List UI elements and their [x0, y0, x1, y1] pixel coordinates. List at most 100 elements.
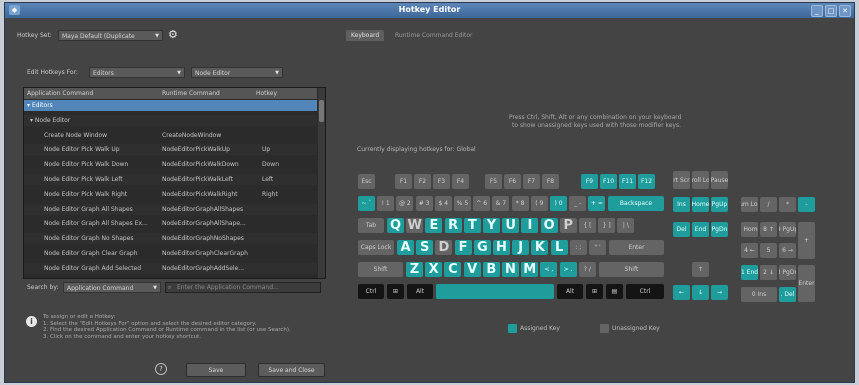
table-row[interactable]: Node Editor Graph Clear Graph NodeEditorG…: [24, 248, 317, 259]
key-f2[interactable]: F2: [414, 174, 431, 189]
key-f3[interactable]: F3: [433, 174, 450, 189]
numpad-7[interactable]: 7 Home: [741, 222, 758, 237]
key-z-5[interactable]: N: [502, 262, 519, 277]
arrow-down-key[interactable]: ↓: [692, 285, 709, 300]
edit-hotkeys-for-dropdown[interactable]: Editors ▼: [89, 67, 185, 78]
key-num-11[interactable]: _ -: [569, 196, 587, 211]
key-num-1[interactable]: ! 1: [377, 196, 395, 211]
key-f4[interactable]: F4: [452, 174, 469, 189]
table-row[interactable]: Node Editor Pick Walk Right NodeEditorPic…: [24, 189, 317, 200]
key-q-5[interactable]: Y: [483, 218, 500, 233]
gear-icon[interactable]: ⚙: [168, 28, 178, 41]
table-row[interactable]: ▾ Node Editor: [24, 114, 317, 126]
column-header-app-command[interactable]: Application Command: [27, 90, 93, 97]
key-z-8[interactable]: > .: [559, 262, 577, 277]
table-row[interactable]: Create Node Window CreateNodeWindow: [24, 130, 317, 141]
key-q-10[interactable]: { [: [579, 218, 596, 233]
key-z-3[interactable]: V: [463, 262, 481, 277]
column-header-runtime-command[interactable]: Runtime Command: [162, 90, 220, 97]
key-z-6[interactable]: M: [521, 262, 539, 277]
key-num-9[interactable]: ( 9: [530, 196, 548, 211]
key-ctrl-left[interactable]: Ctrl: [358, 284, 384, 299]
search-input[interactable]: ⌕ Enter the Application Command...: [165, 282, 321, 293]
key-shift-right[interactable]: Shift: [599, 262, 664, 277]
key-q-0[interactable]: Q: [387, 218, 404, 233]
key-q-11[interactable]: } ]: [598, 218, 616, 233]
key-f1[interactable]: F1: [395, 174, 412, 189]
numpad-r3-1[interactable]: 5: [760, 243, 777, 258]
key-prt-2[interactable]: Pause: [711, 171, 728, 189]
key-a-2[interactable]: D: [435, 240, 453, 255]
key-z-7[interactable]: < ,: [540, 262, 558, 277]
key-num-0[interactable]: ~ `: [358, 196, 375, 211]
key-a-7[interactable]: K: [531, 240, 549, 255]
numpad-2[interactable]: 2 ↓: [760, 265, 777, 280]
key-f7[interactable]: F7: [523, 174, 540, 189]
numpad-r3-0[interactable]: 4 ←: [741, 243, 758, 258]
key-q-12[interactable]: | \: [617, 218, 635, 233]
key-a-6[interactable]: J: [512, 240, 530, 255]
key-tab[interactable]: Tab: [358, 218, 384, 233]
key-nav1-0[interactable]: Ins: [673, 197, 690, 212]
key-alt-right[interactable]: Alt: [557, 284, 583, 299]
key-prt-1[interactable]: Scroll Lock: [692, 171, 709, 189]
numpad-r1-1[interactable]: /: [760, 197, 777, 212]
numpad-1[interactable]: 1 End: [741, 265, 758, 280]
table-row[interactable]: Node Editor Graph Add Selected NodeEditor…: [24, 262, 317, 274]
key-q-8[interactable]: O: [540, 218, 558, 233]
numpad-enter[interactable]: Enter: [798, 265, 815, 302]
key-nav2-1[interactable]: End: [692, 222, 709, 237]
key-a-3[interactable]: F: [454, 240, 472, 255]
numpad-9[interactable]: 9 PgUp: [779, 222, 796, 237]
key-a-9[interactable]: : ;: [569, 240, 587, 255]
key-nav1-2[interactable]: PgUp: [711, 197, 728, 212]
close-button[interactable]: ✕: [839, 5, 851, 17]
numpad-plus[interactable]: +: [798, 222, 815, 259]
arrow-right-key[interactable]: →: [711, 285, 728, 300]
numpad-r1-2[interactable]: *: [779, 197, 796, 212]
key-a-4[interactable]: G: [473, 240, 491, 255]
key-num-6[interactable]: ^ 6: [473, 196, 491, 211]
key-z-9[interactable]: ? /: [578, 262, 596, 277]
key-caps-lock[interactable]: Caps Lock: [358, 240, 394, 255]
key-backspace[interactable]: Backspace: [608, 196, 664, 211]
key-space[interactable]: [436, 284, 554, 299]
key-z-0[interactable]: Z: [406, 262, 423, 277]
key-q-9[interactable]: P: [559, 218, 577, 233]
key-f9[interactable]: F9: [581, 174, 598, 189]
key-q-2[interactable]: E: [425, 218, 443, 233]
key-f11[interactable]: F11: [619, 174, 636, 189]
key-a-10[interactable]: " ': [589, 240, 606, 255]
key-enter[interactable]: Enter: [609, 240, 664, 255]
tab-runtime-command-editor[interactable]: Runtime Command Editor: [390, 30, 477, 41]
key-num-2[interactable]: @ 2: [396, 196, 414, 211]
key-alt-left[interactable]: Alt: [407, 284, 433, 299]
key-a-0[interactable]: A: [397, 240, 414, 255]
key-num-10[interactable]: ) 0: [550, 196, 567, 211]
windows-key-icon[interactable]: ⊞: [387, 284, 404, 299]
table-row[interactable]: Node Editor Graph All Shapes NodeEditorGr…: [24, 203, 317, 215]
key-prt-0[interactable]: Prt Scrn: [673, 171, 690, 189]
key-a-5[interactable]: H: [493, 240, 510, 255]
key-nav2-0[interactable]: Del: [673, 222, 690, 237]
key-q-4[interactable]: T: [463, 218, 481, 233]
table-row[interactable]: Node Editor Graph No Shapes NodeEditorGra…: [24, 233, 317, 245]
key-q-7[interactable]: I: [521, 218, 539, 233]
key-num-4[interactable]: $ 4: [434, 196, 452, 211]
key-shift-left[interactable]: Shift: [358, 262, 403, 277]
numpad-8[interactable]: 8 ↑: [760, 222, 777, 237]
key-q-1[interactable]: W: [406, 218, 424, 233]
key-a-1[interactable]: S: [416, 240, 434, 255]
table-row[interactable]: Node Editor Graph All Shapes Ex... NodeEd…: [24, 218, 317, 229]
numpad-r3-2[interactable]: 6 →: [779, 243, 796, 258]
key-f5[interactable]: F5: [485, 174, 502, 189]
hotkey-set-dropdown[interactable]: Maya Default (Duplicate ▼: [58, 30, 163, 41]
key-q-3[interactable]: R: [444, 218, 462, 233]
key-ctrl-right[interactable]: Ctrl: [626, 284, 664, 299]
table-row[interactable]: Node Editor Pick Walk Up NodeEditorPickWa…: [24, 144, 317, 156]
numpad-r1-3[interactable]: -: [798, 197, 815, 212]
minimize-button[interactable]: _: [811, 5, 823, 17]
key-a-8[interactable]: L: [550, 240, 568, 255]
table-row[interactable]: Node Editor Pick Walk Down NodeEditorPick…: [24, 159, 317, 170]
key-f10[interactable]: F10: [600, 174, 617, 189]
